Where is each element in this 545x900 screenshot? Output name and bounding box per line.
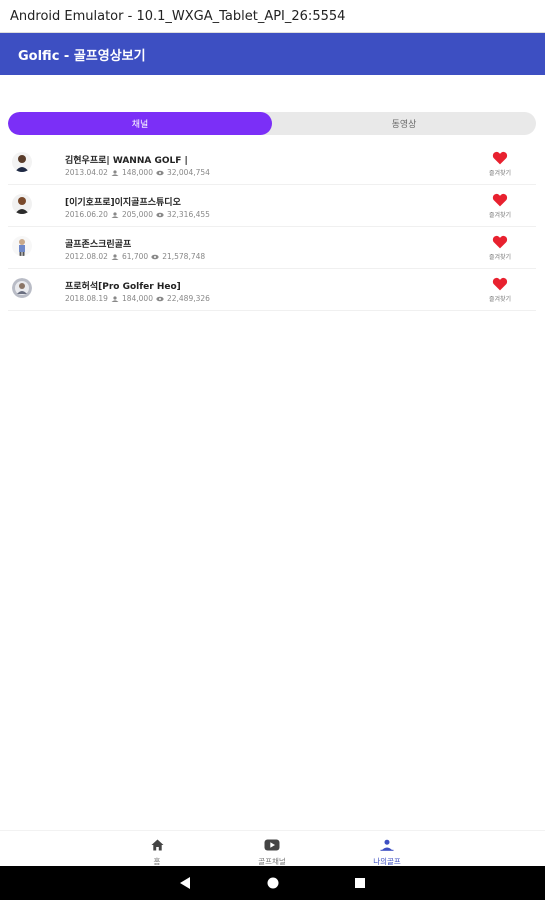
eye-icon [156, 170, 164, 175]
channel-row[interactable]: 김현우프로| WANNA GOLF | 2013.04.02 148,000 3… [8, 143, 536, 185]
subscriber-icon [111, 253, 119, 260]
favorite-label: 즐겨찾기 [488, 254, 512, 261]
channel-likes: 61,700 [121, 252, 149, 261]
subscriber-icon [111, 169, 119, 176]
system-back-button[interactable] [179, 875, 191, 894]
favorite-button[interactable]: 즐겨찾기 [486, 150, 514, 177]
back-triangle-icon [180, 877, 190, 889]
person-icon [380, 839, 394, 851]
tab-video[interactable]: 동영상 [272, 112, 536, 135]
channel-avatar [12, 152, 32, 172]
eye-icon [151, 254, 159, 259]
nav-home[interactable]: 홈 [127, 836, 187, 867]
channel-row[interactable]: 골프존스크린골프 2012.08.02 61,700 21,578,748 즐겨… [8, 227, 536, 269]
nav-my-golf[interactable]: 나의골프 [357, 836, 417, 867]
channel-views: 22,489,326 [166, 294, 210, 303]
tab-switcher: 채널 동영상 [8, 112, 536, 135]
favorite-label: 즐겨찾기 [488, 170, 512, 177]
app-title: Golfic - 골프영상보기 [18, 48, 146, 64]
system-navigation-bar [0, 866, 545, 900]
favorite-label: 즐겨찾기 [488, 296, 512, 303]
channel-views: 32,316,455 [166, 210, 210, 219]
channel-name: [이기호프로]이지골프스튜디오 [65, 198, 181, 208]
channel-avatar [12, 278, 32, 298]
youtube-icon [264, 839, 280, 851]
channel-meta: 2012.08.02 61,700 21,578,748 [65, 252, 205, 261]
channel-name: 골프존스크린골프 [65, 240, 132, 250]
subscriber-icon [111, 295, 119, 302]
channel-list: 김현우프로| WANNA GOLF | 2013.04.02 148,000 3… [8, 143, 536, 311]
channel-meta: 2016.06.20 205,000 32,316,455 [65, 210, 210, 219]
channel-date: 2013.04.02 [65, 168, 108, 177]
channel-meta: 2013.04.02 148,000 32,004,754 [65, 168, 210, 177]
channel-meta: 2018.08.19 184,000 22,489,326 [65, 294, 210, 303]
eye-icon [156, 296, 164, 301]
channel-views: 21,578,748 [162, 252, 206, 261]
eye-icon [156, 212, 164, 217]
home-circle-icon [267, 877, 279, 889]
channel-date: 2012.08.02 [65, 252, 108, 261]
channel-avatar [12, 194, 32, 214]
channel-likes: 148,000 [121, 168, 153, 177]
nav-golf-channel[interactable]: 골프채널 [242, 836, 302, 867]
recents-square-icon [355, 878, 365, 888]
favorite-button[interactable]: 즐겨찾기 [486, 234, 514, 261]
channel-row[interactable]: [이기호프로]이지골프스튜디오 2016.06.20 205,000 32,31… [8, 185, 536, 227]
favorite-label: 즐겨찾기 [488, 212, 512, 219]
heart-icon [492, 151, 508, 165]
channel-views: 32,004,754 [166, 168, 210, 177]
favorite-button[interactable]: 즐겨찾기 [486, 276, 514, 303]
window-title-text: Android Emulator - 10.1_WXGA_Tablet_API_… [10, 8, 346, 24]
tab-channel[interactable]: 채널 [8, 112, 272, 135]
heart-icon [492, 277, 508, 291]
app-bar: Golfic - 골프영상보기 [0, 33, 545, 75]
channel-row[interactable]: 프로허석[Pro Golfer Heo] 2018.08.19 184,000 … [8, 269, 536, 311]
home-icon [151, 839, 163, 851]
emulator-window-title: Android Emulator - 10.1_WXGA_Tablet_API_… [0, 0, 545, 33]
system-recents-button[interactable] [353, 875, 367, 894]
system-home-button[interactable] [266, 875, 280, 894]
subscriber-icon [111, 211, 119, 218]
channel-avatar [12, 236, 32, 256]
channel-name: 프로허석[Pro Golfer Heo] [65, 282, 181, 292]
favorite-button[interactable]: 즐겨찾기 [486, 192, 514, 219]
channel-name: 김현우프로| WANNA GOLF | [65, 156, 188, 166]
channel-likes: 205,000 [121, 210, 153, 219]
channel-date: 2018.08.19 [65, 294, 108, 303]
bottom-navigation: 홈 골프채널 나의골프 [0, 830, 545, 866]
channel-likes: 184,000 [121, 294, 153, 303]
channel-date: 2016.06.20 [65, 210, 108, 219]
heart-icon [492, 235, 508, 249]
heart-icon [492, 193, 508, 207]
